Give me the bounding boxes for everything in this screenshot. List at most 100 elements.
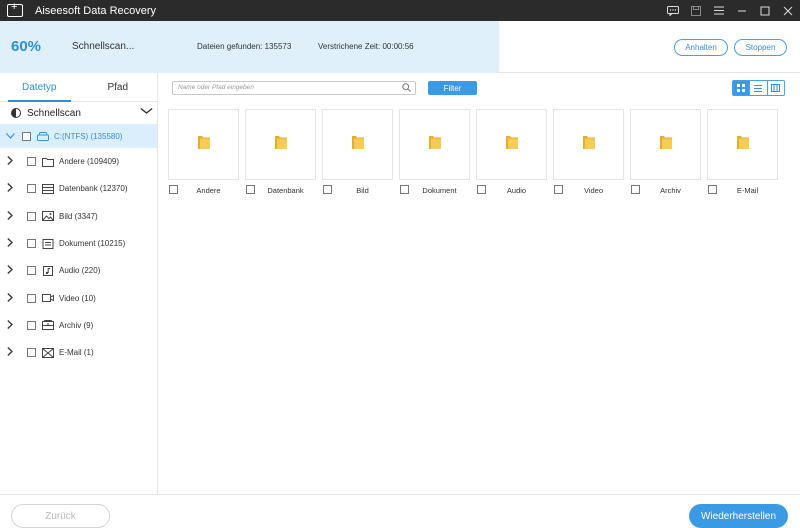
- chevron-right-icon[interactable]: [4, 210, 16, 222]
- save-icon[interactable]: [689, 4, 702, 17]
- category-thumbnail[interactable]: [399, 109, 470, 180]
- category-tile[interactable]: Datenbank: [245, 109, 316, 198]
- chevron-right-icon[interactable]: [4, 347, 16, 358]
- sidebar-tabs: Datetyp Pfad: [0, 73, 157, 102]
- category-label: Video: [583, 185, 604, 195]
- category-checkbox[interactable]: [554, 185, 563, 194]
- scan-mode-selector[interactable]: Schnellscan: [0, 102, 157, 124]
- tree-item-label: Video (10): [59, 293, 96, 303]
- category-thumbnail[interactable]: [476, 109, 547, 180]
- chevron-right-icon[interactable]: [4, 156, 16, 167]
- folder-icon: [274, 134, 288, 155]
- app-title: Aiseesoft Data Recovery: [35, 4, 157, 17]
- tree-item[interactable]: E-Mail (1): [0, 339, 157, 366]
- menu-icon[interactable]: [712, 4, 725, 17]
- app-logo-icon: [7, 1, 23, 17]
- document-icon: [42, 238, 54, 249]
- tree-item-checkbox[interactable]: [27, 184, 36, 194]
- view-mode-toggle: [732, 80, 785, 96]
- title-bar: Aiseesoft Data Recovery: [0, 0, 800, 21]
- category-tile-footer: Audio: [476, 182, 547, 198]
- category-checkbox[interactable]: [708, 185, 717, 194]
- tree-item[interactable]: Video (10): [0, 284, 157, 311]
- folder-icon: [428, 134, 442, 155]
- category-thumbnail[interactable]: [245, 109, 316, 180]
- category-thumbnail[interactable]: [168, 109, 239, 180]
- tree-item[interactable]: Archiv (9): [0, 312, 157, 339]
- tree-item[interactable]: Dokument (10215): [0, 230, 157, 257]
- back-button[interactable]: Zurück: [11, 504, 110, 528]
- chevron-right-icon[interactable]: [4, 265, 16, 276]
- category-tile[interactable]: Andere: [168, 109, 239, 198]
- folder-icon: [197, 134, 211, 155]
- category-checkbox[interactable]: [400, 185, 409, 194]
- detail-view-icon[interactable]: [768, 81, 784, 95]
- category-tile[interactable]: Bild: [322, 109, 393, 198]
- tree-item-label: Audio (220): [59, 266, 101, 276]
- tree-item-checkbox[interactable]: [27, 157, 36, 167]
- files-found-count: Dateien gefunden: 135573: [197, 42, 292, 51]
- category-tile[interactable]: Archiv: [630, 109, 701, 198]
- chevron-right-icon[interactable]: [4, 292, 16, 304]
- category-checkbox[interactable]: [323, 185, 332, 194]
- category-label: Dokument: [422, 185, 457, 195]
- drive-checkbox[interactable]: [22, 131, 31, 141]
- archive-icon: [42, 320, 54, 331]
- category-thumbnail[interactable]: [630, 109, 701, 180]
- sidebar: Datetyp Pfad Schnellscan C:(NTFS) (13558…: [0, 73, 158, 494]
- tree-item[interactable]: Bild (3347): [0, 203, 157, 230]
- tree-item[interactable]: Datenbank (12370): [0, 175, 157, 202]
- chevron-down-icon[interactable]: [140, 106, 153, 117]
- maximize-icon[interactable]: [758, 4, 771, 17]
- category-label: Datenbank: [267, 185, 304, 195]
- tree-item-checkbox[interactable]: [27, 320, 36, 330]
- tree-drive-c[interactable]: C:(NTFS) (135580): [0, 124, 157, 148]
- tab-file-type[interactable]: Datetyp: [0, 73, 79, 102]
- category-checkbox[interactable]: [631, 185, 640, 194]
- tree-item-checkbox[interactable]: [27, 211, 36, 221]
- chevron-right-icon[interactable]: [4, 319, 16, 331]
- filter-button[interactable]: Filter: [428, 81, 477, 95]
- search-icon[interactable]: [402, 83, 411, 92]
- tree-item-checkbox[interactable]: [27, 293, 36, 303]
- category-thumbnail[interactable]: [707, 109, 778, 180]
- category-tile[interactable]: Video: [553, 109, 624, 198]
- category-tile[interactable]: Audio: [476, 109, 547, 198]
- grid-view-icon[interactable]: [733, 81, 751, 95]
- folder-icon: [505, 134, 519, 155]
- chevron-right-icon[interactable]: [4, 183, 16, 194]
- feedback-icon[interactable]: [666, 4, 679, 17]
- close-icon[interactable]: [781, 4, 794, 17]
- category-checkbox[interactable]: [169, 185, 178, 194]
- category-checkbox[interactable]: [477, 185, 486, 194]
- category-grid: Andere Datenbank Bild Dokument Audio Video Arc…: [168, 109, 788, 199]
- tree-item[interactable]: Audio (220): [0, 257, 157, 284]
- category-label: Archiv: [660, 185, 681, 195]
- chevron-right-icon[interactable]: [4, 238, 16, 249]
- category-tile-footer: Archiv: [630, 182, 701, 198]
- tree-item-checkbox[interactable]: [27, 348, 36, 358]
- search-placeholder: Name oder Pfad eingeben: [178, 84, 254, 91]
- minimize-icon[interactable]: [735, 4, 748, 17]
- folder-icon: [42, 157, 54, 167]
- tab-path[interactable]: Pfad: [79, 73, 158, 101]
- category-tile[interactable]: E-Mail: [707, 109, 778, 198]
- recover-button[interactable]: Wiederherstellen: [689, 504, 788, 528]
- tree-item-checkbox[interactable]: [27, 266, 36, 276]
- category-thumbnail[interactable]: [553, 109, 624, 180]
- category-label: Andere: [196, 185, 221, 195]
- category-checkbox[interactable]: [246, 185, 255, 194]
- scan-mode-label: Schnellscan: [27, 107, 81, 119]
- tree-item-checkbox[interactable]: [27, 239, 36, 249]
- search-input[interactable]: Name oder Pfad eingeben: [172, 81, 416, 95]
- tree-item-label: Dokument (10215): [59, 239, 126, 249]
- pause-button[interactable]: Anhalten: [674, 39, 728, 56]
- category-tile[interactable]: Dokument: [399, 109, 470, 198]
- category-label: E-Mail: [736, 185, 759, 195]
- tree-item[interactable]: Andere (109409): [0, 148, 157, 175]
- list-view-icon[interactable]: [750, 81, 768, 95]
- category-thumbnail[interactable]: [322, 109, 393, 180]
- stop-button[interactable]: Stoppen: [734, 39, 787, 56]
- window-controls: [666, 0, 794, 21]
- chevron-down-icon[interactable]: [4, 131, 16, 141]
